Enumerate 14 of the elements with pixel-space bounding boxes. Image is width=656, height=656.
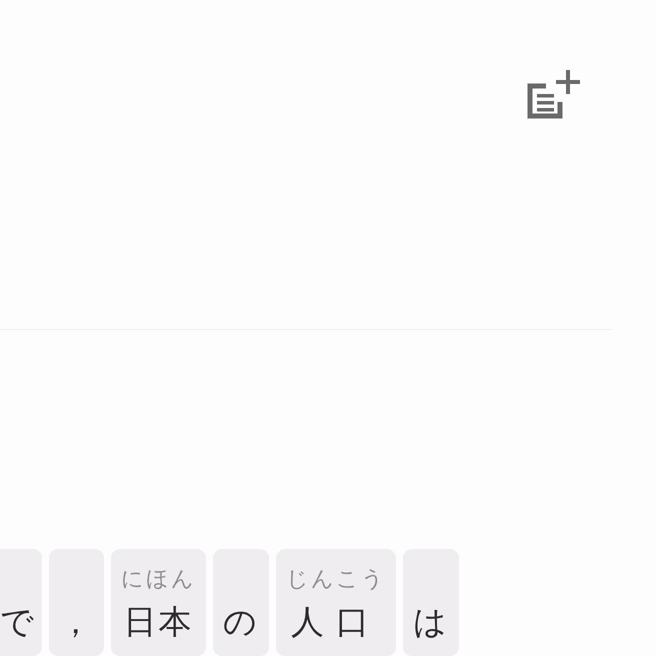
- word-text: 日本: [124, 605, 194, 638]
- word-tile[interactable]: は: [403, 549, 459, 656]
- word-text: の: [223, 605, 259, 638]
- word-text: は: [413, 605, 449, 638]
- word-tile[interactable]: じんこう 人口: [276, 549, 396, 656]
- word-tile[interactable]: ，: [49, 549, 104, 656]
- word-text: で: [0, 605, 36, 638]
- word-tile[interactable]: の: [213, 549, 269, 656]
- word-tile[interactable]: で: [0, 549, 42, 656]
- word-text: ，: [59, 605, 94, 638]
- furigana: じんこう: [286, 569, 386, 591]
- furigana: にほん: [121, 569, 196, 591]
- word-tile[interactable]: にほん 日本: [111, 549, 206, 656]
- word-text: 人口: [291, 605, 381, 638]
